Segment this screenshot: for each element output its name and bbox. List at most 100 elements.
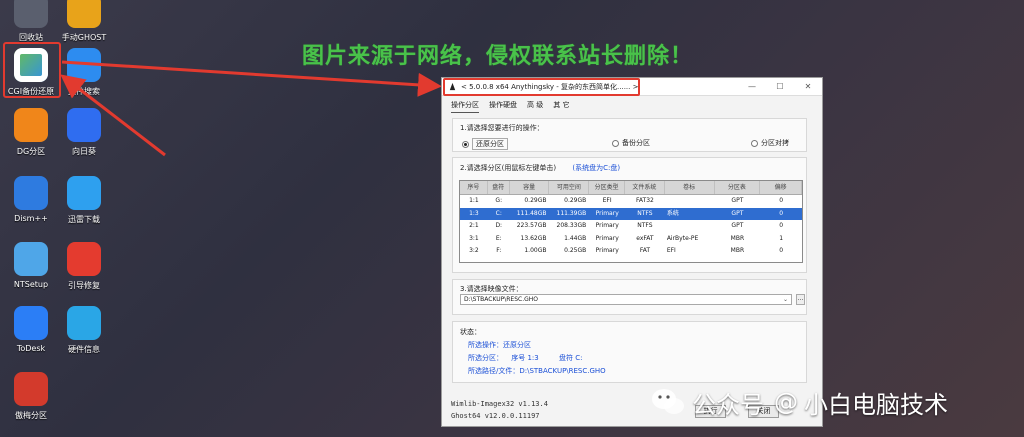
desktop-icon[interactable]: Dism++ <box>2 176 60 240</box>
table-row[interactable]: 1:1 G: 0.29GB 0.29GB EFI FAT32 GPT 0 <box>460 195 802 208</box>
chevron-down-icon[interactable]: ⌄ <box>783 295 788 304</box>
close-window-button[interactable]: ✕ <box>794 78 822 96</box>
desktop-icon-label: Dism++ <box>14 214 48 223</box>
dism-icon <box>14 176 48 210</box>
table-cell: 0.25GB <box>564 247 587 254</box>
table-cell: Primary <box>595 209 619 217</box>
table-cell: 223.57GB <box>516 222 547 229</box>
desktop-icon[interactable]: 傲梅分区 <box>2 372 60 436</box>
sunflower-icon <box>67 108 101 142</box>
table-cell: 208.33GB <box>556 222 587 229</box>
status-seq: 序号 1:3 <box>511 354 539 362</box>
image-file-title: 3.请选择映像文件： <box>460 285 523 293</box>
maximize-button[interactable]: ☐ <box>766 78 794 96</box>
wimlib-version: Wimlib-Imagex32 v1.13.4 <box>451 400 548 408</box>
table-body: 1:1 G: 0.29GB 0.29GB EFI FAT32 GPT 0 1:3 C: 111.48… <box>460 195 802 258</box>
table-cell: AirByte-PE <box>666 234 699 242</box>
table-cell: exFAT <box>636 234 654 242</box>
menu-advanced[interactable]: 高 级 <box>527 100 543 113</box>
menu-other[interactable]: 其 它 <box>553 100 569 113</box>
ghost-version: Ghost64 v12.0.0.11197 <box>451 412 540 420</box>
table-cell: GPT <box>731 209 744 217</box>
table-cell: 1:3 <box>469 209 479 217</box>
table-cell: D: <box>495 222 503 229</box>
table-cell: 0 <box>779 222 784 229</box>
desktop-icon[interactable]: 迅雷下载 <box>55 176 113 240</box>
table-cell <box>665 220 715 233</box>
table-cell: FAT32 <box>636 197 654 204</box>
desktop-icon-label: NTSetup <box>13 280 49 289</box>
table-cell: 1 <box>779 234 784 242</box>
table-cell: NTFS <box>637 222 653 229</box>
table-cell: G: <box>495 197 503 204</box>
watermark-text: 图片来源于网络，侵权联系站长删除！ <box>302 44 694 69</box>
table-cell: 0 <box>779 209 784 217</box>
desktop-icon-label: 硬件信息 <box>68 345 100 354</box>
radio-backup[interactable]: 备份分区 <box>612 138 650 148</box>
table-cell: EFI <box>602 197 612 204</box>
partition-title: 2.请选择分区(用鼠标左键单击) <box>460 164 557 172</box>
table-cell: MBR <box>730 234 745 242</box>
column-header[interactable]: 盘符 <box>488 181 510 194</box>
column-header[interactable]: 序号 <box>460 181 488 194</box>
table-header: 序号 盘符 容量 可用空间 分区类型 文件系统 卷标 分区表 偏移 <box>460 181 802 195</box>
column-header[interactable]: 偏移 <box>760 181 802 194</box>
column-header[interactable]: 分区表 <box>715 181 761 194</box>
table-cell: 1.44GB <box>564 234 587 242</box>
dg-partition-icon <box>14 108 48 142</box>
table-cell: 3:2 <box>469 247 479 254</box>
image-path-value: D:\STBACKUP\RESC.GHO <box>464 296 538 303</box>
wechat-account: 小白电脑技术 <box>804 390 948 419</box>
operation-panel: 1.请选择您要进行的操作： 还原分区 备份分区 分区对拷 <box>452 118 807 152</box>
table-row[interactable]: 3:1 E: 13.62GB 1.44GB Primary exFAT AirByte-PE… <box>460 233 802 246</box>
table-cell: 111.48GB <box>516 209 547 217</box>
desktop-icon-label: 迅雷下载 <box>68 215 100 224</box>
desktop-icon-label: 傲梅分区 <box>15 411 47 420</box>
desktop-icon[interactable]: 引导修复 <box>55 242 113 306</box>
minimize-button[interactable]: — <box>738 78 766 96</box>
table-row[interactable]: 2:1 D: 223.57GB 208.33GB Primary NTFS GPT 0 <box>460 220 802 233</box>
radio-restore[interactable]: 还原分区 <box>462 138 508 150</box>
menu-disk-ops[interactable]: 操作硬盘 <box>489 100 517 113</box>
partition-panel: 2.请选择分区(用鼠标左键单击) (系统盘为C:盘) 序号 盘符 容量 可用空间 分区类… <box>452 157 807 273</box>
table-cell: GPT <box>731 222 744 229</box>
table-cell: 111.39GB <box>556 209 587 217</box>
table-cell: F: <box>496 247 502 254</box>
desktop-icon[interactable]: DG分区 <box>2 108 60 172</box>
table-cell: EFI <box>666 247 676 254</box>
desktop-icon[interactable]: 向日葵 <box>55 108 113 172</box>
table-cell: 系统 <box>666 209 679 217</box>
desktop-icon[interactable]: NTSetup <box>2 242 60 306</box>
table-cell <box>665 195 715 208</box>
table-cell: GPT <box>731 197 744 204</box>
desktop-icon[interactable]: ToDesk <box>2 306 60 370</box>
status-title: 状态： <box>460 328 481 336</box>
column-header[interactable]: 分区类型 <box>589 181 626 194</box>
desktop-icon[interactable]: 文件搜索 <box>55 48 113 112</box>
system-disk-hint: (系统盘为C:盘) <box>572 164 621 172</box>
column-header[interactable]: 容量 <box>510 181 550 194</box>
status-path: 所选路径/文件：D:\STBACKUP\RESC.GHO <box>468 367 606 375</box>
menu-partition-ops[interactable]: 操作分区 <box>451 100 479 113</box>
status-panel: 状态： 所选操作：还原分区 所选分区： 序号 1:3 盘符 C: 所选路径/文件… <box>452 321 807 383</box>
radio-clone[interactable]: 分区对拷 <box>751 138 789 148</box>
table-cell: 0 <box>779 247 784 254</box>
status-operation: 所选操作：还原分区 <box>468 341 531 349</box>
title-bar[interactable]: < 5.0.0.8 x64 Anythingsky - 复杂的东西简单化....… <box>442 78 822 96</box>
column-header[interactable]: 文件系统 <box>625 181 665 194</box>
table-row[interactable]: 1:3 C: 111.48GB 111.39GB Primary NTFS 系统 GPT 0 <box>460 207 802 220</box>
radio-dot-icon <box>612 139 619 147</box>
menu-bar: 操作分区 操作硬盘 高 级 其 它 <box>442 96 822 113</box>
table-cell: MBR <box>730 247 745 254</box>
ghost-icon <box>67 0 101 28</box>
column-header[interactable]: 卷标 <box>665 181 715 194</box>
image-path-combo[interactable]: D:\STBACKUP\RESC.GHO ⌄ <box>460 294 792 305</box>
desktop-icon[interactable]: 硬件信息 <box>55 306 113 370</box>
table-cell: FAT <box>639 247 651 254</box>
wechat-icon <box>652 389 684 414</box>
column-header[interactable]: 可用空间 <box>549 181 590 194</box>
table-row[interactable]: 3:2 F: 1.00GB 0.25GB Primary FAT EFI MBR 0 <box>460 245 802 258</box>
desktop-icon-label: 向日葵 <box>72 147 96 156</box>
table-cell: 1:1 <box>469 197 479 204</box>
browse-button[interactable]: ... <box>796 294 805 305</box>
